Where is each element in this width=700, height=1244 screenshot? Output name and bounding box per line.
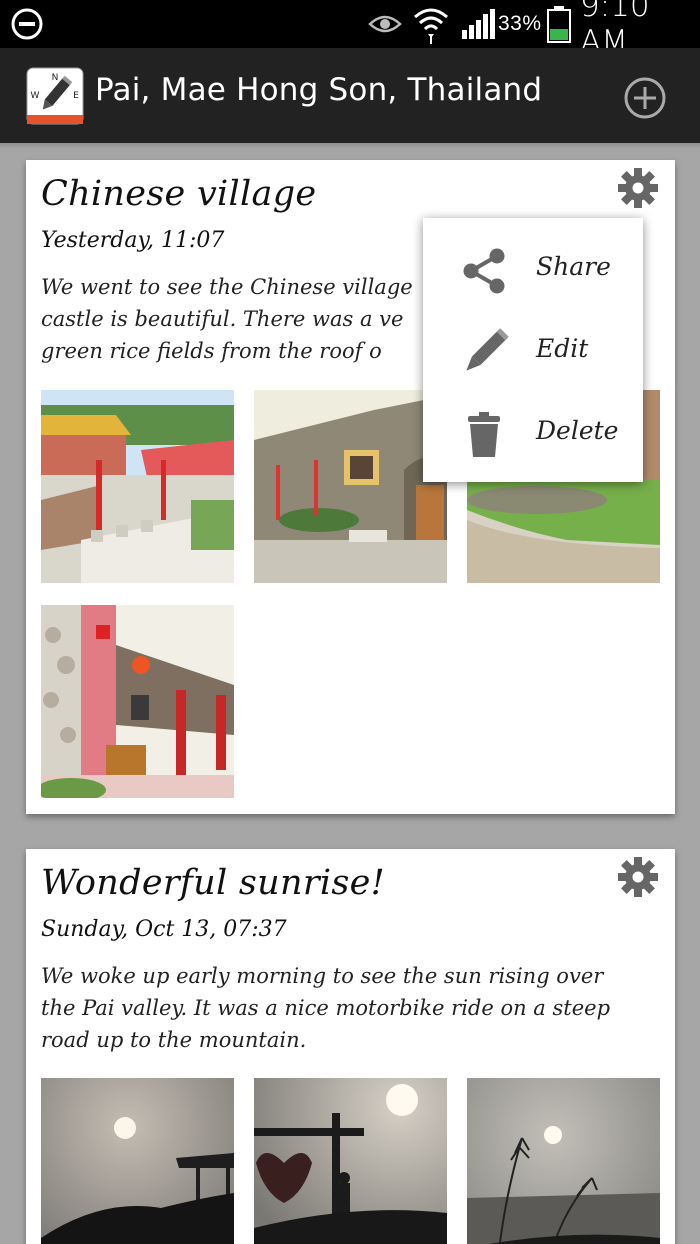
- signal-icon: [460, 0, 496, 48]
- entry-date: Yesterday, 11:07: [41, 228, 225, 253]
- page-title: Pai, Mae Hong Son, Thailand: [95, 72, 543, 108]
- wifi-icon: [412, 0, 450, 48]
- share-icon: [459, 246, 509, 296]
- menu-item-share[interactable]: Share: [423, 228, 643, 310]
- menu-item-delete[interactable]: Delete: [423, 392, 643, 474]
- menu-item-label: Edit: [536, 334, 589, 363]
- svg-text:E: E: [73, 91, 79, 101]
- compass-pencil-icon[interactable]: N W E: [26, 67, 84, 125]
- svg-text:N: N: [52, 73, 59, 83]
- entry-body-line: the Pai valley. It was a nice motorbike …: [41, 996, 611, 1020]
- entry-date: Sunday, Oct 13, 07:37: [41, 917, 287, 942]
- entry-photo[interactable]: [254, 390, 447, 583]
- eye-icon: [368, 0, 402, 48]
- trash-icon: [459, 410, 509, 460]
- add-circle-icon[interactable]: [622, 75, 668, 121]
- action-bar-shadow: [0, 143, 700, 149]
- menu-item-label: Delete: [536, 416, 619, 445]
- entry-photo[interactable]: [41, 605, 234, 798]
- gear-icon[interactable]: [616, 166, 660, 210]
- entry-body-line: We woke up early morning to see the sun …: [41, 964, 604, 988]
- entry-title: Wonderful sunrise!: [41, 863, 385, 903]
- status-bar: 33% 9:10 AM: [0, 0, 700, 60]
- entry-photo[interactable]: [467, 1078, 660, 1244]
- entry-photo[interactable]: [41, 390, 234, 583]
- svg-text:W: W: [31, 91, 40, 101]
- entry-body-line: road up to the mountain.: [41, 1028, 307, 1052]
- clock: 9:10 AM: [580, 0, 650, 60]
- entry-title: Chinese village: [41, 174, 317, 214]
- entry-photo[interactable]: [41, 1078, 234, 1244]
- entry-options-menu: Share Edit Delete: [423, 218, 643, 482]
- menu-item-label: Share: [536, 252, 611, 281]
- do-not-disturb-icon: [10, 0, 44, 48]
- battery-percent: 33%: [498, 12, 542, 35]
- pencil-icon: [459, 328, 509, 378]
- battery-icon: [546, 0, 572, 48]
- entry-body: We woke up early morning to see the sun …: [41, 960, 661, 1056]
- entry-card[interactable]: Wonderful sunrise! Sunday, Oct 13, 07:37…: [26, 849, 675, 1244]
- entry-photo[interactable]: [254, 1078, 447, 1244]
- menu-item-edit[interactable]: Edit: [423, 310, 643, 392]
- gear-icon[interactable]: [616, 855, 660, 899]
- action-bar: N W E Pai, Mae Hong Son, Thailand: [0, 48, 700, 143]
